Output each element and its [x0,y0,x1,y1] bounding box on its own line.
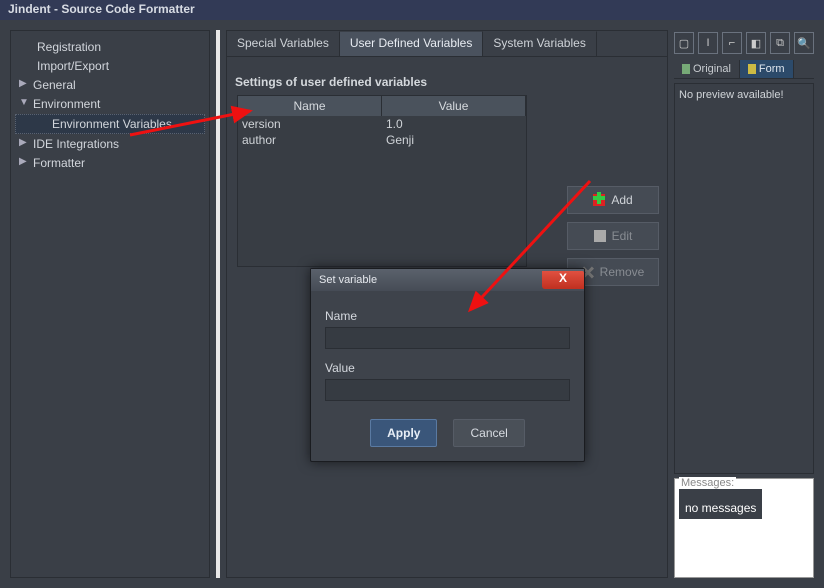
name-input[interactable] [325,327,570,349]
variables-table: Name Value version 1.0 author Genji [237,95,527,267]
preview-tabs: Original Form [674,60,814,79]
toolbar-button-zoom[interactable]: 🔍 [794,32,814,54]
plus-icon [593,194,605,206]
cell-name: version [238,116,382,132]
doc-icon [748,64,756,74]
table-row[interactable]: version 1.0 [238,116,526,132]
tab-system-variables[interactable]: System Variables [483,31,596,56]
tree-environment-variables[interactable]: Environment Variables [15,114,205,134]
value-input[interactable] [325,379,570,401]
tab-special-variables[interactable]: Special Variables [227,31,340,56]
cell-value: 1.0 [382,116,526,132]
splitter[interactable] [216,30,220,578]
edit-icon [594,230,606,242]
doc-icon [682,64,690,74]
dialog-title: Set variable [319,274,377,286]
name-label: Name [325,309,570,323]
tree-import-export[interactable]: Import/Export [15,57,205,75]
column-header-value[interactable]: Value [382,96,526,116]
close-button[interactable]: X [542,271,584,289]
toolbar-button-5[interactable]: ⧉ [770,32,790,54]
toolbar-button-1[interactable]: ▢ [674,32,694,54]
cell-value: Genji [382,132,526,148]
chevron-right-icon: ▶ [19,156,27,167]
toolbar-button-3[interactable]: ⌐ [722,32,742,54]
tree-general[interactable]: ▶General [15,76,205,94]
tree-formatter[interactable]: ▶Formatter [15,154,205,172]
edit-button[interactable]: Edit [567,222,659,250]
tree-registration[interactable]: Registration [15,38,205,56]
cancel-button[interactable]: Cancel [453,419,524,447]
messages-label: Messages: [679,477,736,489]
nav-tree: Registration Import/Export ▶General ▼Env… [10,30,210,578]
column-header-name[interactable]: Name [238,96,382,116]
messages-content: no messages [679,489,762,519]
value-label: Value [325,361,570,375]
add-button[interactable]: Add [567,186,659,214]
apply-button[interactable]: Apply [370,419,437,447]
preview-toolbar: ▢ I ⌐ ◧ ⧉ 🔍 [674,30,814,56]
window-title: Jindent - Source Code Formatter [8,2,195,16]
cell-name: author [238,132,382,148]
chevron-down-icon: ▼ [19,97,29,108]
toolbar-button-4[interactable]: ◧ [746,32,766,54]
tab-form[interactable]: Form [740,60,794,78]
close-icon: X [559,271,567,285]
window-titlebar: Jindent - Source Code Formatter [0,0,824,20]
toolbar-button-2[interactable]: I [698,32,718,54]
chevron-right-icon: ▶ [19,137,27,148]
dialog-titlebar[interactable]: Set variable X [311,269,584,291]
no-preview-text: No preview available! [679,89,784,101]
table-row[interactable]: author Genji [238,132,526,148]
section-title: Settings of user defined variables [227,57,667,93]
messages-panel: Messages: no messages [674,478,814,578]
preview-area: No preview available! [674,83,814,474]
set-variable-dialog: Set variable X Name Value Apply Cancel [310,268,585,462]
tree-environment[interactable]: ▼Environment [15,95,205,113]
table-body[interactable]: version 1.0 author Genji [238,116,526,266]
tab-user-defined-variables[interactable]: User Defined Variables [340,31,484,56]
tree-ide-integrations[interactable]: ▶IDE Integrations [15,135,205,153]
tab-original[interactable]: Original [674,60,740,78]
chevron-right-icon: ▶ [19,78,27,89]
right-panel: ▢ I ⌐ ◧ ⧉ 🔍 Original Form No preview ava… [674,30,814,578]
tab-bar: Special Variables User Defined Variables… [227,31,667,57]
dialog-body: Name Value Apply Cancel [311,291,584,461]
